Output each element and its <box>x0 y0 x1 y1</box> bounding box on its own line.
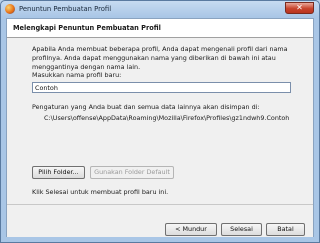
page-title: Melengkapi Penuntun Pembuatan Profil <box>13 24 161 32</box>
wizard-header: Melengkapi Penuntun Pembuatan Profil <box>7 19 313 38</box>
finish-hint-text: Klik Selesai untuk membuat profil baru i… <box>32 188 169 196</box>
back-button[interactable]: < Mundur <box>165 223 217 236</box>
choose-folder-button[interactable]: Pilih Folder... <box>32 166 85 179</box>
finish-button[interactable]: Selesai <box>221 223 262 236</box>
storage-info-text: Pengaturan yang Anda buat dan semua data… <box>32 103 260 111</box>
cancel-button[interactable]: Batal <box>266 223 305 236</box>
wizard-content: Melengkapi Penuntun Pembuatan Profil Apa… <box>6 18 314 237</box>
wizard-footer: < Mundur Selesai Batal <box>7 204 313 237</box>
close-button[interactable]: ✕ <box>285 2 314 14</box>
profile-path: C:\Users\offense\AppData\Roaming\Mozilla… <box>44 114 290 122</box>
firefox-icon <box>5 4 15 14</box>
intro-text: Apabila Anda membuat beberapa profil, An… <box>32 45 288 71</box>
profile-wizard-window: Penuntun Pembuatan Profil ✕ Melengkapi P… <box>0 0 320 243</box>
window-title: Penuntun Pembuatan Profil <box>19 5 112 13</box>
profile-name-input[interactable] <box>32 82 291 93</box>
title-bar[interactable]: Penuntun Pembuatan Profil ✕ <box>1 1 319 18</box>
profile-name-label: Masukkan nama profil baru: <box>32 71 122 79</box>
use-default-folder-button[interactable]: Gunakan Folder Default <box>90 166 174 179</box>
